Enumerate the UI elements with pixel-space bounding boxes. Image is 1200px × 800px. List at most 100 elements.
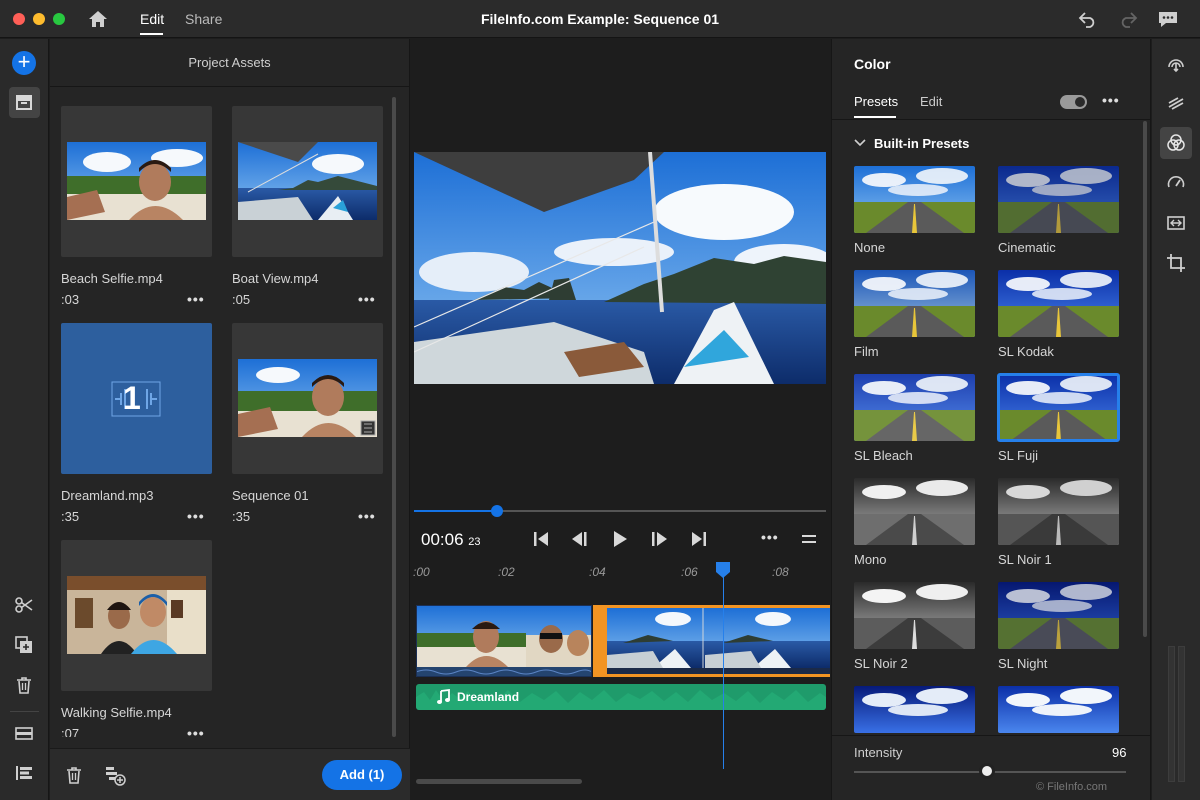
scrubber-progress xyxy=(414,510,497,512)
color-panel-scrollbar[interactable] xyxy=(1143,121,1147,637)
assets-footer: Add (1) xyxy=(50,748,410,800)
scissors-icon[interactable] xyxy=(14,595,34,615)
asset-more-button[interactable]: ••• xyxy=(187,725,205,737)
window-title: FileInfo.com Example: Sequence 01 xyxy=(480,11,720,27)
step-forward-icon[interactable] xyxy=(649,530,669,548)
duplicate-icon[interactable] xyxy=(14,635,34,655)
tab-color-edit[interactable]: Edit xyxy=(920,94,942,109)
asset-more-button[interactable]: ••• xyxy=(187,508,205,524)
redo-icon[interactable] xyxy=(1118,10,1138,28)
assets-scrollbar[interactable] xyxy=(392,97,396,737)
preset-thumbnail-cinematic[interactable] xyxy=(998,166,1119,233)
playhead-line xyxy=(723,569,724,769)
beach-selfie-thumbnail xyxy=(67,142,206,220)
timecode-display: 00:06 23 xyxy=(421,530,481,550)
ruler-label: :08 xyxy=(772,565,789,579)
asset-more-button[interactable]: ••• xyxy=(358,508,376,524)
timeline-scrollbar[interactable] xyxy=(416,779,582,784)
titles-icon[interactable] xyxy=(14,723,34,743)
timeline-menu-icon[interactable] xyxy=(801,530,817,548)
preset-thumbnail-sl-night[interactable] xyxy=(998,582,1119,649)
timeline-clip-beach-selfie[interactable] xyxy=(416,605,592,677)
asset-card-beach-selfie[interactable] xyxy=(61,106,212,257)
asset-card-boat-view[interactable] xyxy=(232,106,383,257)
preset-thumbnail-sl-noir-1[interactable] xyxy=(998,478,1119,545)
boat-view-thumbnail xyxy=(238,142,377,220)
step-back-icon[interactable] xyxy=(570,530,590,548)
playhead-handle[interactable] xyxy=(715,561,731,579)
crop-icon[interactable] xyxy=(1166,253,1186,273)
skip-to-end-icon[interactable] xyxy=(689,530,709,548)
asset-card-sequence-01[interactable] xyxy=(232,323,383,474)
timeline-audio-clip[interactable]: Dreamland xyxy=(416,684,826,710)
feedback-icon[interactable] xyxy=(1157,9,1179,29)
timecode-frames: 23 xyxy=(468,536,481,548)
intensity-slider-handle[interactable] xyxy=(979,763,996,779)
asset-duration: :05 xyxy=(232,292,251,307)
timeline-clip-boat-view[interactable] xyxy=(593,605,830,677)
watermark: © FileInfo.com xyxy=(1036,781,1108,793)
asset-duration: :35 xyxy=(61,509,80,524)
asset-name: Boat View.mp4 xyxy=(232,271,319,286)
timeline-tracks-icon[interactable] xyxy=(14,763,34,783)
preset-thumbnail-sl-kodak[interactable] xyxy=(998,270,1119,337)
transitions-icon[interactable] xyxy=(1166,93,1186,113)
preset-label: SL Fuji xyxy=(998,448,1038,463)
intensity-value: 96 xyxy=(1112,745,1127,760)
zoom-window-button[interactable] xyxy=(53,13,65,25)
color-enable-toggle[interactable] xyxy=(1060,95,1087,109)
audio-meter-left xyxy=(1168,646,1175,782)
preset-label: SL Bleach xyxy=(854,448,913,463)
asset-more-button[interactable]: ••• xyxy=(187,291,205,307)
add-to-timeline-icon[interactable] xyxy=(104,764,126,786)
scrubber-handle[interactable] xyxy=(491,505,503,517)
asset-card-dreamland[interactable]: 1 xyxy=(61,323,212,474)
preset-label: None xyxy=(854,240,886,255)
skip-to-start-icon[interactable] xyxy=(531,530,551,548)
tab-share[interactable]: Share xyxy=(185,11,222,27)
asset-duration: :35 xyxy=(232,509,251,524)
preset-thumbnail[interactable] xyxy=(854,686,975,733)
asset-more-button[interactable]: ••• xyxy=(358,291,376,307)
preset-label: SL Noir 2 xyxy=(854,656,908,671)
play-icon[interactable] xyxy=(610,530,630,548)
player-more-button[interactable]: ••• xyxy=(761,529,779,545)
preview-and-timeline: 00:06 23 ••• :00 :02 :04 :06 :08 Dreamla… xyxy=(411,39,830,800)
undo-icon[interactable] xyxy=(1078,10,1098,28)
close-window-button[interactable] xyxy=(13,13,25,25)
add-media-icon[interactable]: + xyxy=(12,51,36,75)
color-more-button[interactable]: ••• xyxy=(1102,92,1120,108)
preset-label: Mono xyxy=(854,552,887,567)
effects-icon[interactable] xyxy=(1166,213,1186,233)
tab-presets[interactable]: Presets xyxy=(854,94,898,109)
built-in-presets-header[interactable]: Built-in Presets xyxy=(874,136,969,151)
home-icon[interactable] xyxy=(87,9,109,29)
preset-thumbnail-none[interactable] xyxy=(854,166,975,233)
ruler-label: :02 xyxy=(498,565,515,579)
trash-icon[interactable] xyxy=(14,675,34,695)
music-note-icon xyxy=(437,689,450,704)
ruler-label: :00 xyxy=(413,565,430,579)
add-button[interactable]: Add (1) xyxy=(322,760,402,790)
trash-icon[interactable] xyxy=(64,765,84,785)
right-tool-rail xyxy=(1152,39,1200,800)
preset-thumbnail-film[interactable] xyxy=(854,270,975,337)
minimize-window-button[interactable] xyxy=(33,13,45,25)
preset-thumbnail-mono[interactable] xyxy=(854,478,975,545)
preset-label: Film xyxy=(854,344,879,359)
audio-icon[interactable] xyxy=(1166,53,1186,73)
preset-label: SL Kodak xyxy=(998,344,1054,359)
chevron-down-icon[interactable] xyxy=(854,138,866,148)
tab-edit[interactable]: Edit xyxy=(140,11,164,27)
timecode-seconds: 00:06 xyxy=(421,530,464,549)
asset-card-walking-selfie[interactable] xyxy=(61,540,212,691)
sequence-thumbnail xyxy=(238,359,377,437)
preset-thumbnail-sl-fuji[interactable] xyxy=(997,373,1120,442)
audio-meter-right xyxy=(1178,646,1185,782)
preset-thumbnail[interactable] xyxy=(998,686,1119,733)
preset-thumbnail-sl-bleach[interactable] xyxy=(854,374,975,441)
ruler-label: :04 xyxy=(589,565,606,579)
preset-thumbnail-sl-noir-2[interactable] xyxy=(854,582,975,649)
speed-icon[interactable] xyxy=(1166,173,1186,193)
asset-name: Sequence 01 xyxy=(232,488,309,503)
